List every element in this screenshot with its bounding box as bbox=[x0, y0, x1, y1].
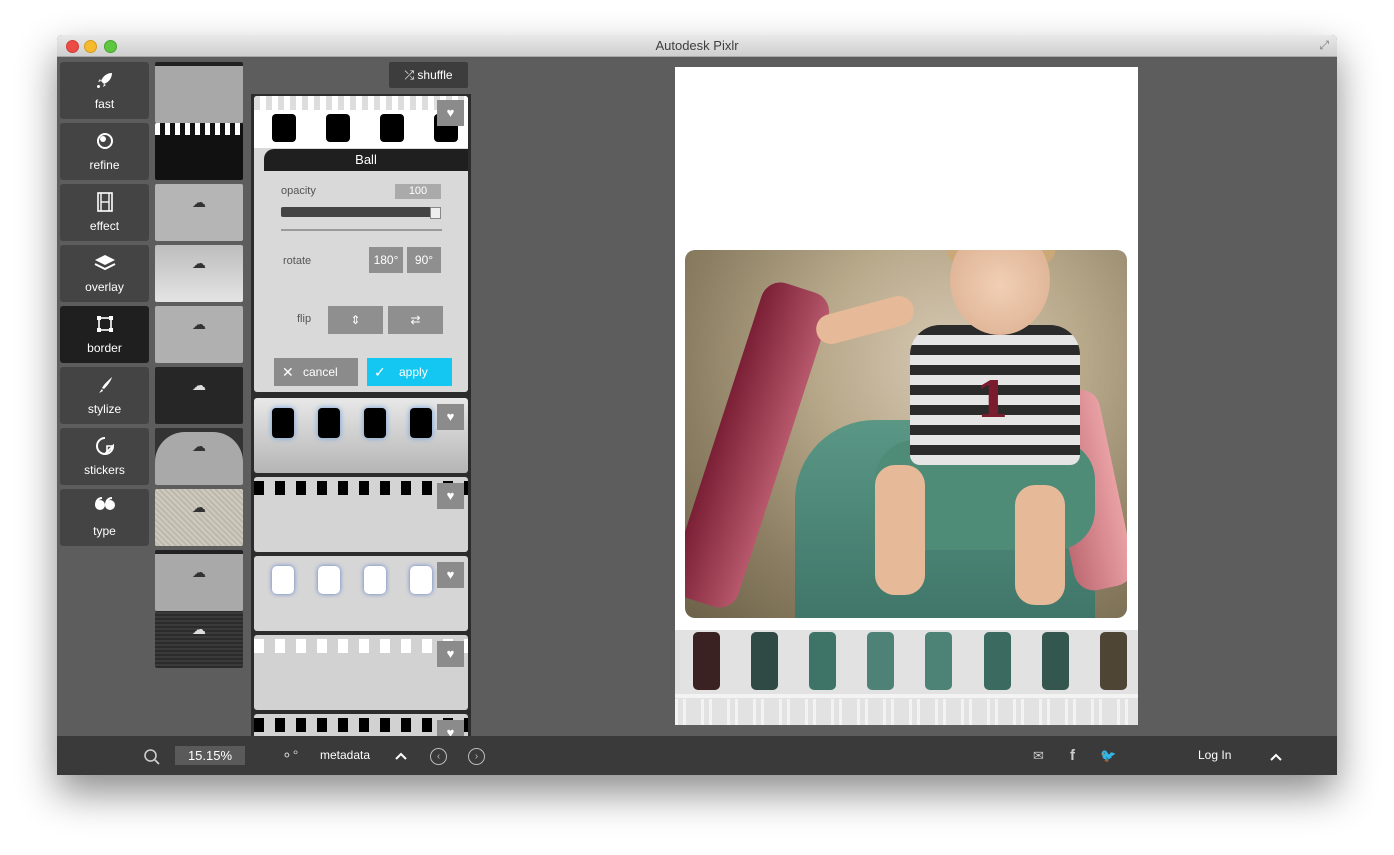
shuffle-label: shuffle bbox=[417, 68, 453, 82]
tool-label: effect bbox=[89, 219, 120, 233]
window-title: Autodesk Pixlr bbox=[655, 38, 739, 53]
facebook-icon[interactable]: f bbox=[1070, 736, 1075, 775]
image-canvas[interactable]: 1 bbox=[675, 67, 1138, 725]
sticker-icon bbox=[60, 436, 149, 459]
category-thumbnail[interactable]: ☁ bbox=[155, 489, 243, 546]
login-button[interactable]: Log In bbox=[1198, 736, 1231, 775]
tool-label: refine bbox=[89, 158, 120, 172]
metadata-settings-icon[interactable]: ⚬° bbox=[281, 736, 298, 775]
border-item[interactable]: ♥ bbox=[254, 556, 468, 631]
zoom-level-field[interactable]: 15.15% bbox=[175, 746, 245, 765]
border-item[interactable]: ♥ bbox=[254, 635, 468, 710]
cancel-label: cancel bbox=[303, 365, 338, 379]
cloud-download-icon: ☁ bbox=[192, 564, 206, 580]
flip-vertical-button[interactable]: ⇕ bbox=[328, 306, 383, 334]
favorite-heart-button[interactable]: ♥ bbox=[437, 404, 464, 430]
fullscreen-icon[interactable]: ⤢ bbox=[1319, 38, 1329, 53]
category-thumbnail[interactable]: ☁ bbox=[155, 367, 243, 424]
category-thumbnail[interactable]: ☁ bbox=[155, 611, 243, 668]
divider bbox=[281, 229, 442, 231]
app-window: Autodesk Pixlr ⤢ fast refine effect over… bbox=[57, 35, 1337, 775]
tool-stylize[interactable]: stylize bbox=[60, 367, 149, 424]
title-bar: Autodesk Pixlr ⤢ bbox=[57, 35, 1337, 57]
tool-overlay[interactable]: overlay bbox=[60, 245, 149, 302]
opacity-value-field[interactable]: 100 bbox=[395, 184, 441, 199]
rotate-90-button[interactable]: 90° bbox=[407, 247, 441, 273]
cloud-download-icon: ☁ bbox=[192, 499, 206, 515]
tool-stickers[interactable]: stickers bbox=[60, 428, 149, 485]
vertical-arrows-icon: ⇕ bbox=[350, 313, 361, 327]
category-thumbnail[interactable]: ☁ bbox=[155, 306, 243, 363]
border-item[interactable]: ♥ bbox=[254, 398, 468, 473]
cloud-download-icon: ☁ bbox=[192, 194, 206, 210]
tool-label: stickers bbox=[84, 463, 125, 477]
tool-label: border bbox=[87, 341, 122, 355]
metadata-label[interactable]: metadata bbox=[320, 736, 370, 775]
cloud-download-icon: ☁ bbox=[192, 255, 206, 271]
tool-refine[interactable]: refine bbox=[60, 123, 149, 180]
border-name: Ball bbox=[264, 149, 468, 171]
tool-label: stylize bbox=[87, 402, 122, 416]
undo-arrow-icon[interactable]: ‹ bbox=[430, 748, 447, 765]
category-thumbnail[interactable] bbox=[155, 62, 243, 123]
border-item-panel: ♥ Ball opacity 100 rotate 180° 90° flip … bbox=[251, 94, 471, 739]
category-thumbnail[interactable]: ☁ bbox=[155, 428, 243, 485]
rotate-180-button[interactable]: 180° bbox=[369, 247, 403, 273]
brush-icon bbox=[60, 375, 149, 398]
quote-icon bbox=[60, 497, 149, 516]
category-thumbnail[interactable]: ☁ bbox=[155, 184, 243, 241]
refine-icon bbox=[60, 131, 149, 154]
redo-arrow-icon[interactable]: › bbox=[468, 748, 485, 765]
tool-border[interactable]: border bbox=[60, 306, 149, 363]
twitter-icon[interactable]: 🐦 bbox=[1100, 736, 1116, 775]
shuffle-icon: ⤮ bbox=[404, 68, 415, 82]
tool-type[interactable]: type bbox=[60, 489, 149, 546]
border-preview: ♥ bbox=[254, 96, 468, 148]
border-frame-icon bbox=[60, 314, 149, 337]
opacity-label: opacity bbox=[281, 185, 316, 197]
film-icon bbox=[60, 192, 149, 215]
opacity-slider[interactable] bbox=[281, 207, 441, 219]
tool-effect[interactable]: effect bbox=[60, 184, 149, 241]
flip-label: flip bbox=[297, 313, 312, 325]
photo: 1 bbox=[685, 250, 1127, 618]
close-icon: ✕ bbox=[282, 364, 294, 380]
category-thumbnail[interactable]: ☁ bbox=[155, 245, 243, 302]
cloud-download-icon: ☁ bbox=[192, 621, 206, 637]
email-icon[interactable]: ✉ bbox=[1033, 736, 1044, 775]
film-strip-border bbox=[675, 630, 1138, 725]
category-thumbnail[interactable]: ☁ bbox=[155, 550, 243, 611]
status-bar: 15.15% ⚬° metadata ‹ › ✉ f 🐦 Log In bbox=[57, 736, 1337, 775]
rotate-label: rotate bbox=[283, 255, 312, 267]
zoom-search-icon[interactable] bbox=[143, 736, 161, 775]
collapse-chevron-up-icon[interactable] bbox=[1270, 736, 1282, 775]
cloud-download-icon: ☁ bbox=[192, 316, 206, 332]
tool-label: type bbox=[93, 524, 116, 538]
border-editor: ♥ Ball opacity 100 rotate 180° 90° flip … bbox=[254, 96, 468, 392]
layers-icon bbox=[60, 253, 149, 276]
shuffle-button[interactable]: ⤮ shuffle bbox=[389, 62, 468, 88]
apply-button[interactable]: ✓ apply bbox=[367, 358, 452, 386]
tool-label: fast bbox=[94, 97, 115, 111]
chevron-up-icon[interactable] bbox=[395, 736, 407, 775]
cloud-download-icon: ☁ bbox=[192, 438, 206, 454]
horizontal-arrows-icon: ⇄ bbox=[410, 313, 421, 327]
rocket-icon bbox=[60, 70, 149, 93]
border-item[interactable]: ♥ bbox=[254, 477, 468, 552]
opacity-slider-handle[interactable] bbox=[430, 207, 441, 219]
favorite-heart-button[interactable]: ♥ bbox=[437, 100, 464, 126]
checkmark-icon: ✓ bbox=[374, 364, 386, 380]
favorite-heart-button[interactable]: ♥ bbox=[437, 562, 464, 588]
cancel-button[interactable]: ✕ cancel bbox=[274, 358, 358, 386]
favorite-heart-button[interactable]: ♥ bbox=[437, 641, 464, 667]
apply-label: apply bbox=[399, 365, 428, 379]
flip-horizontal-button[interactable]: ⇄ bbox=[388, 306, 443, 334]
cloud-download-icon: ☁ bbox=[192, 377, 206, 393]
tool-fast[interactable]: fast bbox=[60, 62, 149, 119]
tool-label: overlay bbox=[85, 280, 124, 294]
favorite-heart-button[interactable]: ♥ bbox=[437, 483, 464, 509]
category-thumbnail[interactable] bbox=[155, 123, 243, 180]
